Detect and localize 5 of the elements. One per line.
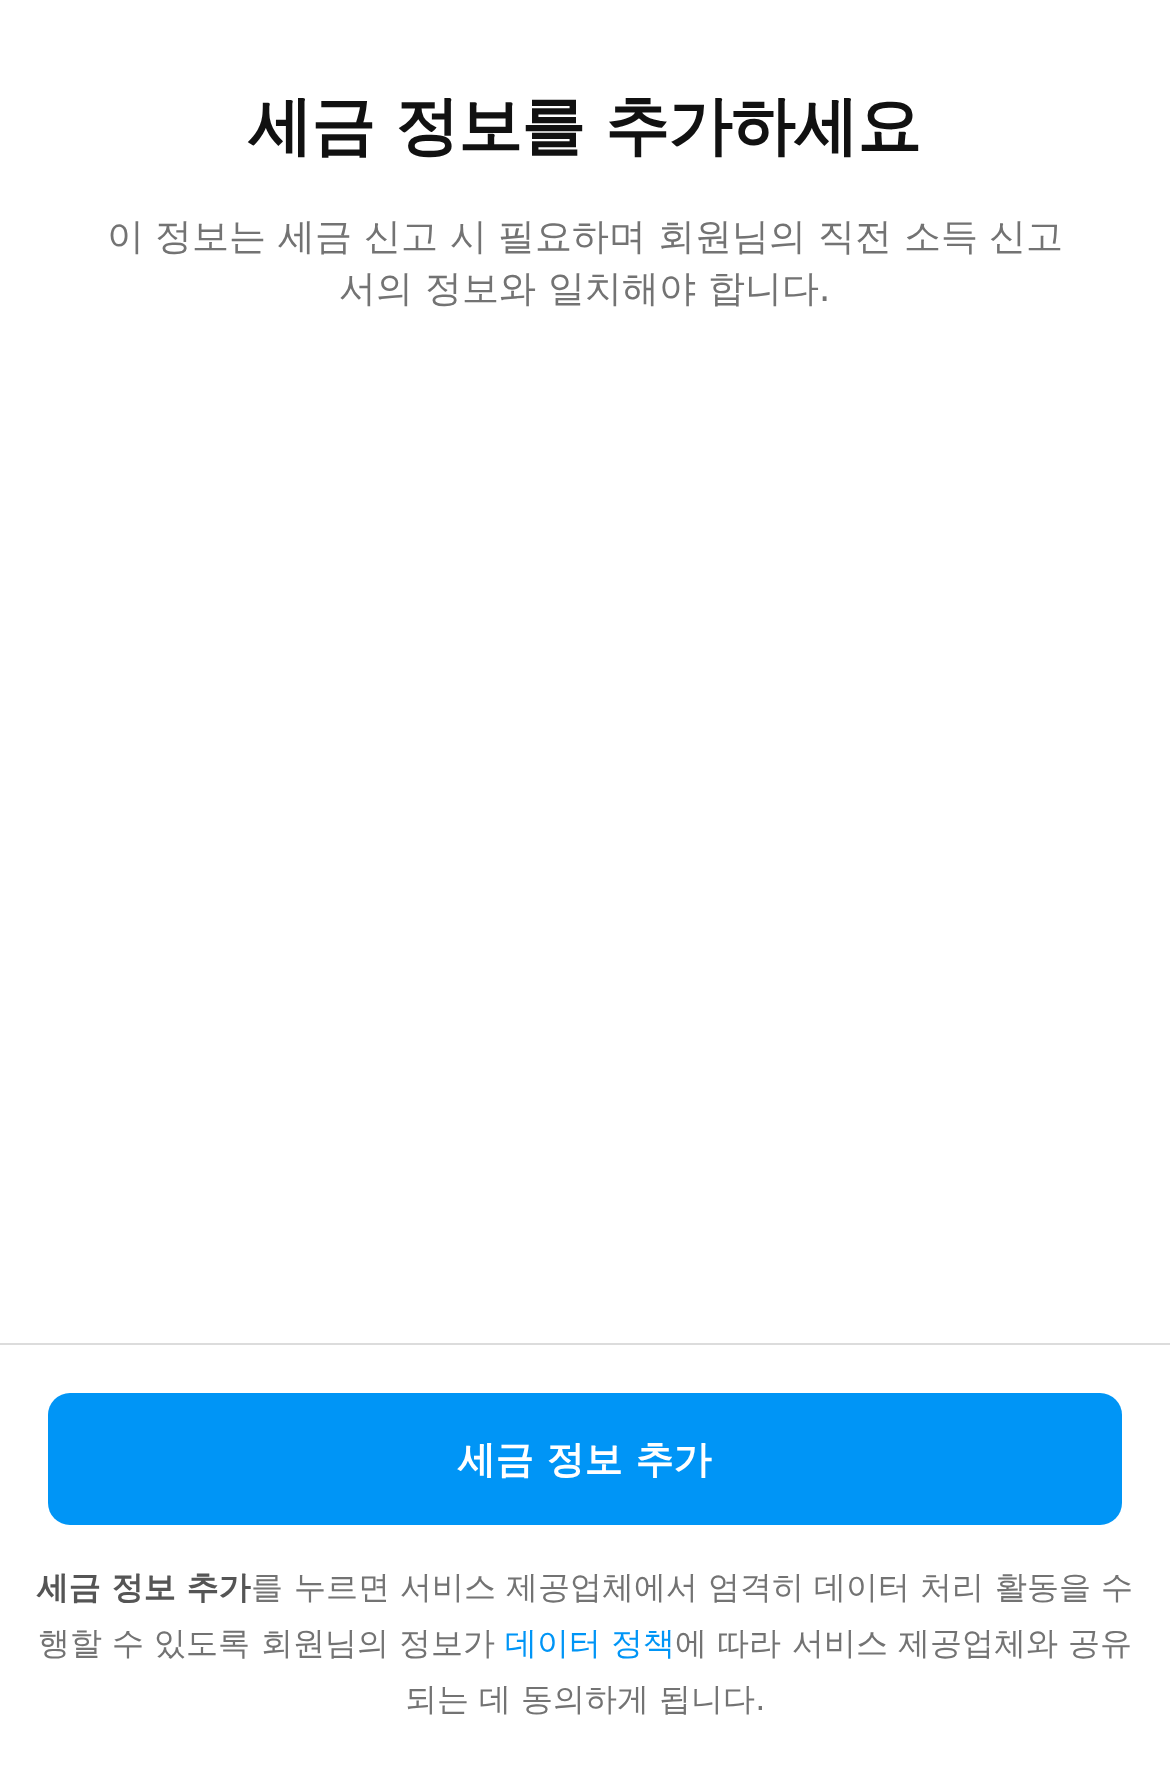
data-policy-link[interactable]: 데이터 정책: [505, 1624, 676, 1662]
description-text: 이 정보는 세금 신고 시 필요하며 회원님의 직전 소득 신고서의 정보와 일치해야 합니다.: [105, 214, 1065, 312]
consent-text: 세금 정보 추가를 누르면 서비스 제공업체에서 엄격히 데이터 처리 활동을 수행할 수 있도록 회원님의 정보가 데이터 정책에 따라 서비스 제공업체와 공유되는 데 동의하게 됩니다.: [35, 1567, 1134, 1720]
add-tax-info-button[interactable]: 세금 정보 추가: [48, 1393, 1122, 1525]
page-title: 세금 정보를 추가하세요: [248, 87, 922, 164]
